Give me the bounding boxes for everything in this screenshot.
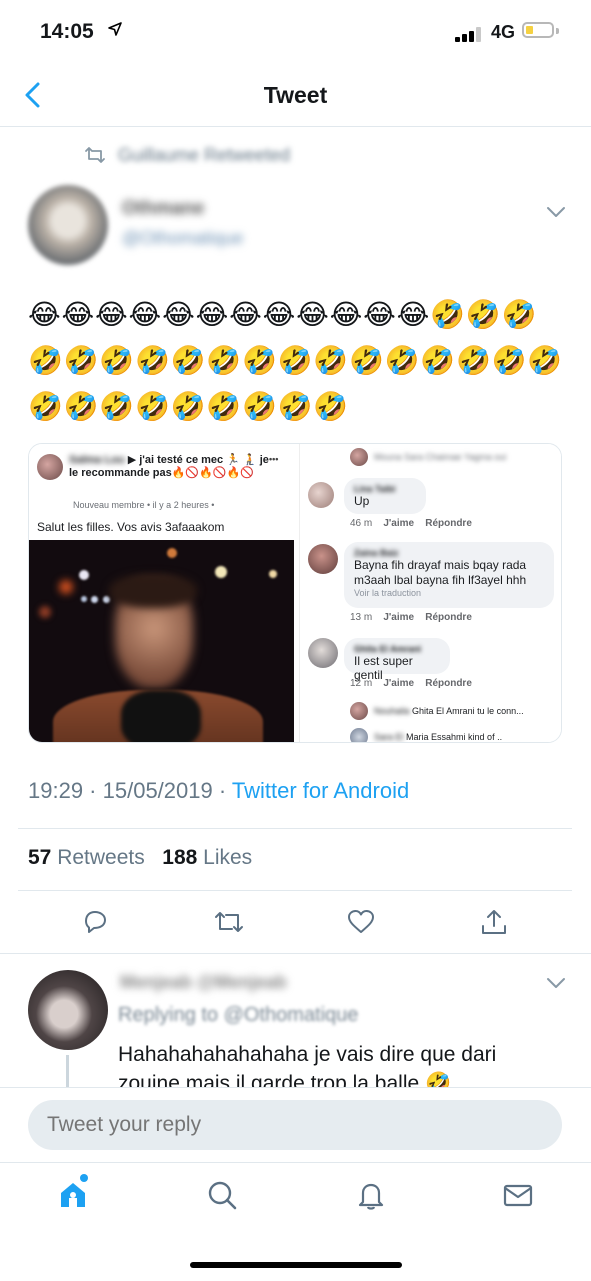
fb-comment-avatar <box>308 544 338 574</box>
home-notification-dot <box>80 1174 88 1182</box>
fb-post-header: Salma Lou ▶ j'ai testé ce mec 🏃 🧎 je le … <box>69 454 269 480</box>
page-title: Tweet <box>263 82 328 108</box>
tweet-timestamp: 19:29 · 15/05/2019 · Twitter for Android <box>28 778 410 803</box>
chevron-down-icon[interactable] <box>546 205 566 219</box>
fb-post-meta: Nouveau membre • il y a 2 heures • <box>73 500 215 510</box>
battery-tip <box>556 28 559 34</box>
fb-top-comment-text: Mouna Sara Chaimae Yagma oui <box>374 452 507 462</box>
fb-subreply-avatar <box>350 728 368 742</box>
fb-more-icon: ••• <box>269 454 279 464</box>
retweeted-by-text: Guillaume Retweeted <box>118 145 291 165</box>
media-image-fb-post[interactable]: Salma Lou ▶ j'ai testé ce mec 🏃 🧎 je le … <box>29 444 294 742</box>
messages-envelope-icon[interactable] <box>501 1178 535 1212</box>
search-icon[interactable] <box>205 1178 239 1212</box>
fb-comment-author: Ghita El Amrani <box>354 644 422 654</box>
fb-comment-author: Zaina Baiz <box>354 548 399 558</box>
likes-count: 188 <box>162 846 198 869</box>
tweet-media[interactable]: Salma Lou ▶ j'ai testé ce mec 🏃 🧎 je le … <box>28 443 562 743</box>
retweet-icon[interactable] <box>213 907 243 937</box>
fb-subreply: Sara El Maria Essahmi kind of .. <box>374 732 502 742</box>
fb-post-avatar <box>37 454 63 480</box>
likes-stat[interactable]: 188 Likes <box>162 846 252 869</box>
fb-subreply: Nouhaila Ghita El Amrani tu le conn... <box>374 706 524 716</box>
fb-comment-bubble: Zaina Baiz Bayna fih drayaf mais bqay ra… <box>344 542 554 608</box>
author-handle[interactable]: @Othomatique <box>122 228 243 249</box>
fb-subreply-text: Ghita El Amrani tu le conn... <box>412 706 524 716</box>
divider <box>18 828 572 829</box>
fb-comment-text: Up <box>354 494 370 508</box>
tweet-stats: 57 Retweets 188 Likes <box>28 846 252 870</box>
fb-comment-meta: 46 m J'aime Répondre <box>350 518 472 529</box>
network-type: 4G <box>491 22 516 42</box>
fb-comment-avatar <box>308 482 334 508</box>
location-arrow-icon <box>108 22 122 40</box>
fb-comment-bubble: Ghita El Amrani Il est super gentil <box>344 638 450 682</box>
reply-input[interactable] <box>28 1100 562 1150</box>
media-image-fb-comments[interactable]: Mouna Sara Chaimae Yagma oui Lina Taibi … <box>299 444 561 742</box>
fb-post-author: Salma Lou <box>69 454 125 466</box>
signal-icon <box>455 26 485 42</box>
nav-bar: Tweet <box>0 64 591 127</box>
fb-comment-avatar <box>350 448 368 466</box>
fb-comment-text: Bayna fih drayaf mais bqay rada m3aah lb… <box>354 558 527 587</box>
home-indicator <box>190 1262 402 1268</box>
fb-comment-meta: 12 m J'aime Répondre <box>350 678 472 689</box>
retweets-stat[interactable]: 57 Retweets <box>28 846 145 869</box>
fb-translate-link: Voir la traduction <box>354 588 422 598</box>
fb-reply-link: Répondre <box>425 678 472 689</box>
fb-comment-time: 13 m <box>350 612 373 623</box>
chevron-down-icon[interactable] <box>546 976 566 990</box>
fb-comment-time: 12 m <box>350 678 373 689</box>
fb-like-link: J'aime <box>383 678 415 689</box>
tweet-text-line-3: 🤣🤣🤣🤣🤣🤣🤣🤣🤣 <box>28 391 349 422</box>
tweet-time: 19:29 <box>28 778 84 803</box>
reply-author-avatar[interactable] <box>28 970 108 1050</box>
divider <box>18 890 572 891</box>
tweet-text-line-2: 🤣🤣🤣🤣🤣🤣🤣🤣🤣🤣🤣🤣🤣🤣🤣 <box>28 345 563 376</box>
fb-reply-link: Répondre <box>425 612 472 623</box>
author-avatar[interactable] <box>28 185 108 265</box>
retweet-context-icon <box>84 145 106 165</box>
replying-to-label[interactable]: Replying to @Othomatique <box>118 1004 358 1027</box>
tweet-source-link[interactable]: Twitter for Android <box>232 778 409 803</box>
retweeted-by-label[interactable]: Guillaume Retweeted <box>118 145 290 166</box>
divider <box>0 953 591 954</box>
reply-author-name[interactable]: Menjeab @Menjeab <box>120 972 287 993</box>
fb-like-link: J'aime <box>383 612 415 623</box>
share-icon[interactable] <box>479 907 509 937</box>
fb-subreply-author: Sara El <box>374 732 404 742</box>
fb-comment-meta: 13 m J'aime Répondre <box>350 612 472 623</box>
fb-like-link: J'aime <box>383 518 415 529</box>
like-heart-icon[interactable] <box>346 907 376 937</box>
fb-top-comment: Mouna Sara Chaimae Yagma oui <box>374 452 506 462</box>
fb-comment-avatar <box>308 638 338 668</box>
tweet-text-line-1: 😂😂😂😂😂😂😂😂😂😂😂😂🤣🤣🤣 <box>28 299 538 330</box>
battery-icon <box>522 22 554 38</box>
fb-comment-time: 46 m <box>350 518 373 529</box>
fb-subreply-text: Maria Essahmi kind of .. <box>406 732 503 742</box>
notifications-bell-icon[interactable] <box>354 1178 388 1212</box>
tweet-date: 15/05/2019 <box>102 778 213 803</box>
fb-post-body: Salut les filles. Vos avis 3afaaakom <box>37 520 225 534</box>
likes-label: Likes <box>203 846 253 869</box>
fb-post-photo <box>29 540 294 742</box>
fb-subreply-author: Nouhaila <box>374 706 410 716</box>
author-name[interactable]: Othmane <box>122 198 204 220</box>
fb-comment-author: Lina Taibi <box>354 484 396 494</box>
reply-icon[interactable] <box>80 907 110 937</box>
retweets-label: Retweets <box>57 846 145 869</box>
home-icon[interactable] <box>56 1178 90 1212</box>
fb-comment-bubble: Lina Taibi Up <box>344 478 426 514</box>
status-time: 14:05 <box>40 20 94 43</box>
fb-reply-link: Répondre <box>425 518 472 529</box>
status-bar: 14:05 4G <box>0 0 591 64</box>
fb-subreply-avatar <box>350 702 368 720</box>
thread-line <box>66 1055 69 1088</box>
retweets-count: 57 <box>28 846 52 869</box>
